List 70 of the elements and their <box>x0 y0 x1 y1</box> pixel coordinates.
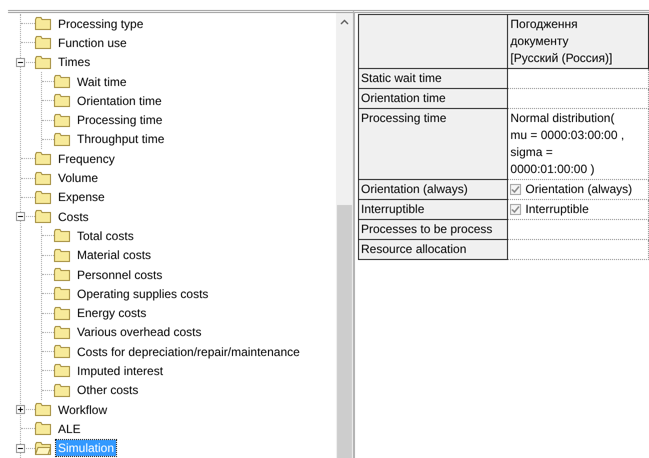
row-header: Processes to be process <box>358 220 508 240</box>
folder-icon <box>54 345 70 358</box>
tree-item[interactable]: Orientation time <box>75 92 164 109</box>
tree-item[interactable]: Total costs <box>75 228 136 244</box>
folder-icon <box>35 17 51 30</box>
value-cell: Normal distribution( mu = 0000:03:00:00 , sigma = 0000:01:00:00 ) <box>508 108 648 180</box>
row-header: Static wait time <box>358 68 508 88</box>
row-header: Orientation (always) <box>358 180 508 200</box>
folder-icon <box>54 94 70 108</box>
tree-item[interactable]: Various overhead costs <box>75 324 204 340</box>
tree-item[interactable]: Costs for depreciation/repair/maintenance <box>75 344 302 360</box>
tree-item[interactable]: Processing type <box>56 16 146 32</box>
tree-item[interactable]: Function use <box>56 34 129 51</box>
tree-item[interactable]: Throughput time <box>75 131 166 148</box>
folder-icon <box>35 210 51 224</box>
collapse-toggle[interactable] <box>16 444 25 453</box>
column-header: Погодження документу [Русский (Россия)] <box>508 14 648 68</box>
tree-item[interactable]: Imputed interest <box>75 362 166 379</box>
folder-icon <box>54 248 70 262</box>
tree-item[interactable]: Frequency <box>56 150 117 167</box>
scrollbar-thumb[interactable] <box>337 205 352 458</box>
folder-icon <box>54 287 70 300</box>
scrollbar[interactable] <box>336 13 353 458</box>
folder-icon <box>54 75 70 88</box>
folder-icon <box>54 229 70 242</box>
folder-icon <box>35 56 51 69</box>
folder-icon <box>54 384 70 397</box>
folder-icon <box>35 422 51 436</box>
value-cell[interactable] <box>508 88 648 108</box>
tree-item[interactable]: Processing time <box>75 112 164 128</box>
tree-item[interactable]: Wait time <box>75 74 129 90</box>
scroll-up-icon[interactable] <box>340 19 349 25</box>
folder-icon <box>35 190 51 204</box>
tree-item[interactable]: Energy costs <box>75 305 148 322</box>
folder-icon <box>54 114 70 127</box>
tree-item[interactable]: Expense <box>56 189 107 206</box>
tree-item[interactable]: Volume <box>56 170 100 186</box>
folder-icon <box>54 306 70 320</box>
folder-icon <box>35 152 51 166</box>
checkbox[interactable] <box>510 204 522 215</box>
tree-item[interactable]: Operating supplies costs <box>75 286 210 302</box>
row-header: Processing time <box>358 108 508 180</box>
collapse-toggle[interactable] <box>16 58 25 67</box>
folder-icon <box>54 132 70 146</box>
tree-item[interactable]: Costs <box>56 208 91 225</box>
row-header: Resource allocation <box>358 240 508 260</box>
checkbox-label: Interruptible <box>525 201 589 218</box>
collapse-toggle[interactable] <box>16 212 25 221</box>
folder-icon <box>54 268 70 281</box>
row-header: Interruptible <box>358 200 508 220</box>
checkbox-label: Orientation (always) <box>525 181 632 198</box>
folder-icon <box>54 364 70 378</box>
row-header: Orientation time <box>358 88 508 108</box>
folder-icon <box>35 172 51 185</box>
tree-item[interactable]: Personnel costs <box>75 266 164 282</box>
value-cell[interactable] <box>508 220 648 240</box>
tree-item[interactable]: Workflow <box>56 402 110 418</box>
value-cell[interactable] <box>508 68 648 88</box>
folder-icon <box>35 442 51 455</box>
folder-icon <box>35 403 51 416</box>
tree-item[interactable]: Other costs <box>75 382 140 398</box>
expand-toggle[interactable] <box>16 404 25 414</box>
tree-item[interactable]: ALE <box>56 420 83 437</box>
plus-icon <box>17 406 24 413</box>
value-cell[interactable] <box>508 240 648 260</box>
folder-icon <box>35 36 51 50</box>
tree-item[interactable]: Times <box>56 54 92 70</box>
tree-item[interactable]: Material costs <box>75 247 154 264</box>
folder-icon <box>54 326 70 339</box>
checkbox[interactable] <box>510 184 522 195</box>
